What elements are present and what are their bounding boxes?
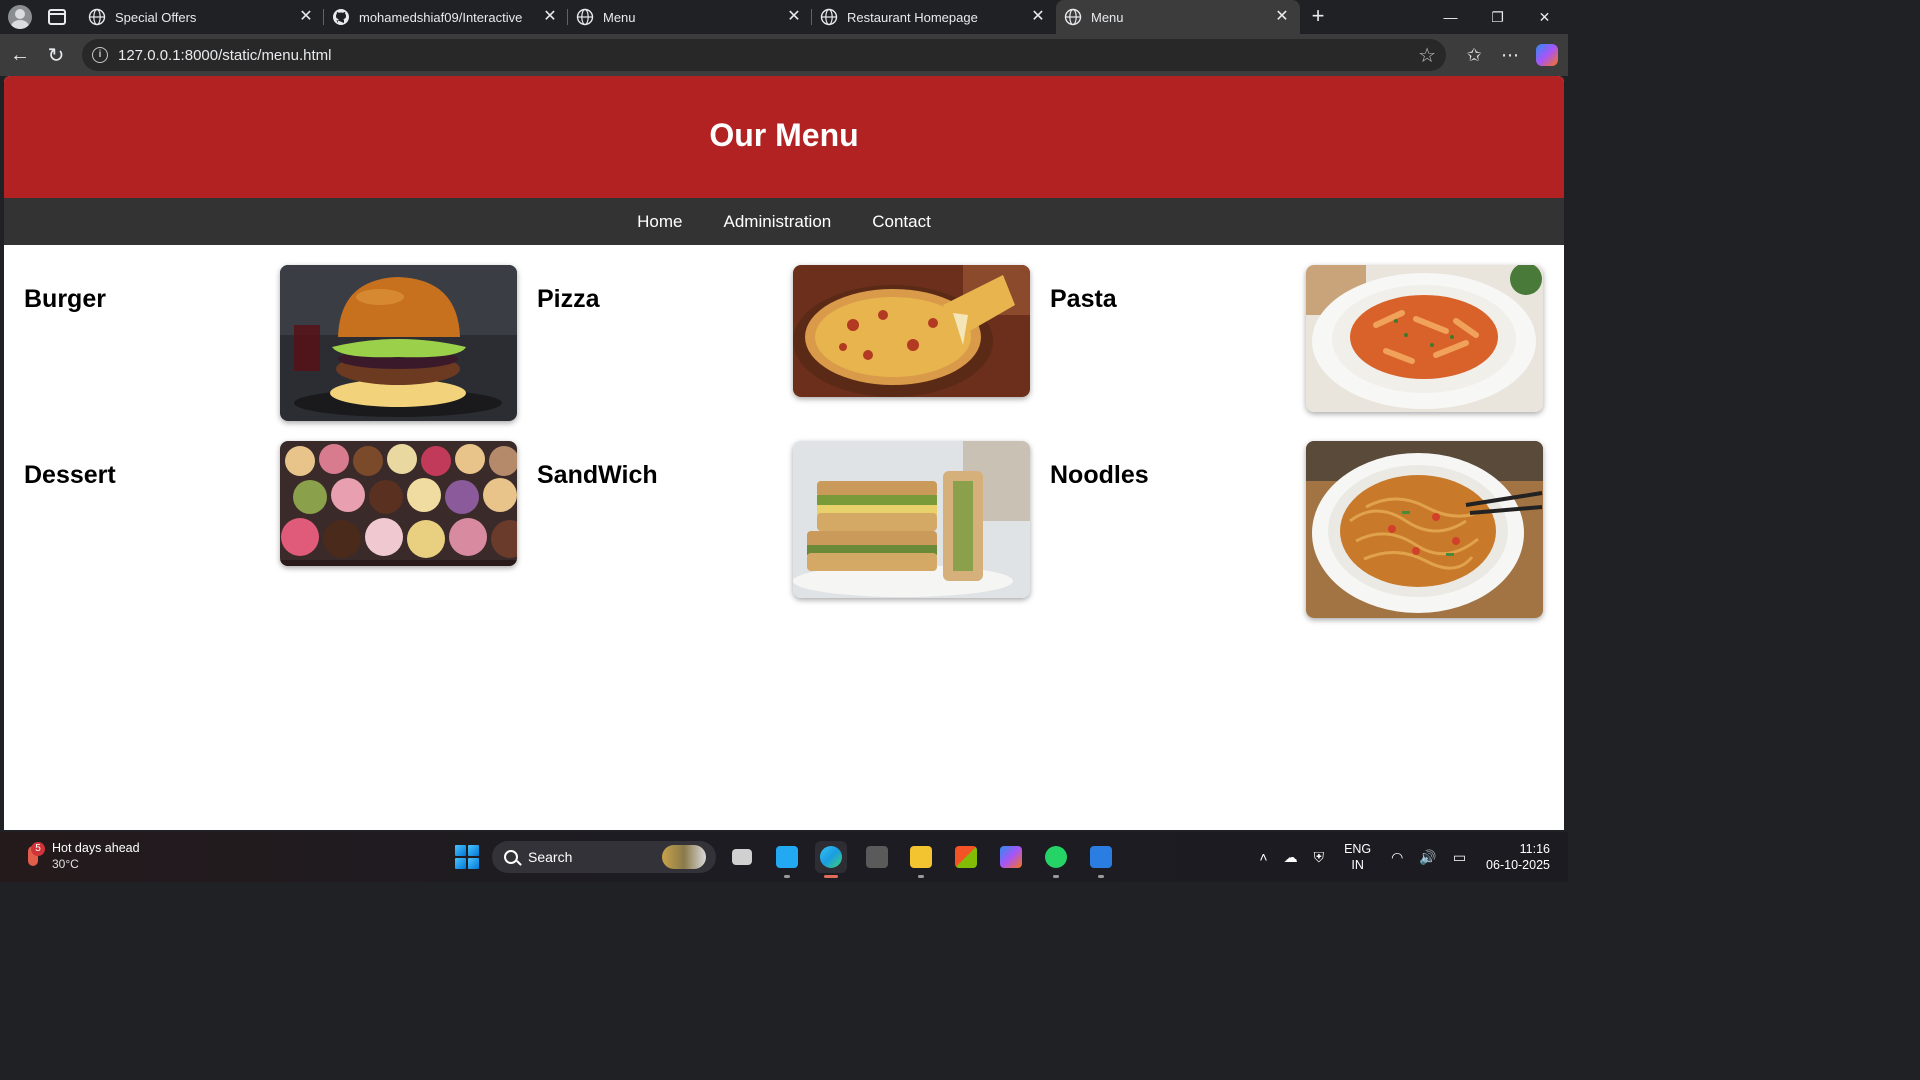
clock-date: 06-10-2025 bbox=[1486, 858, 1550, 872]
weather-badge: 5 bbox=[31, 842, 45, 856]
search-highlight-icon bbox=[662, 845, 706, 869]
clock-time: 11:16 bbox=[1519, 842, 1550, 856]
store-icon[interactable] bbox=[950, 841, 982, 873]
tab-menu-active[interactable]: Menu ✕ bbox=[1056, 0, 1300, 34]
tab-github[interactable]: mohamedshiaf09/Interactive ✕ bbox=[324, 0, 568, 34]
menu-item-dessert: Dessert bbox=[24, 441, 517, 618]
tab-close-icon[interactable]: ✕ bbox=[1030, 9, 1046, 25]
taskbar: 5 Hot days ahead 30°C Search ˄ ☁ ⛨ ENG I… bbox=[0, 832, 1568, 882]
menu-item-noodles: Noodles bbox=[1050, 441, 1543, 618]
tab-title: Menu bbox=[1091, 9, 1124, 25]
photos-app-icon[interactable] bbox=[1085, 841, 1117, 878]
restore-icon[interactable]: ❐ bbox=[1474, 0, 1521, 34]
menu-item-pizza: Pizza bbox=[537, 265, 1030, 421]
address-bar[interactable]: i 127.0.0.1:8000/static/menu.html ☆ bbox=[82, 39, 1446, 71]
site-info-icon[interactable]: i bbox=[92, 47, 108, 63]
globe-icon bbox=[576, 8, 594, 26]
sandwich-image bbox=[793, 441, 1030, 598]
copilot-app-icon[interactable] bbox=[995, 841, 1027, 873]
minimize-icon[interactable]: — bbox=[1427, 0, 1474, 34]
toolbar-right: ✩ ⋯ bbox=[1456, 37, 1558, 73]
weather-temp: 30°C bbox=[52, 857, 79, 871]
back-icon[interactable]: ← bbox=[2, 37, 38, 73]
menu-item-pasta: Pasta bbox=[1050, 265, 1543, 421]
tab-strip: Special Offers ✕ mohamedshiaf09/Interact… bbox=[0, 0, 1568, 34]
tab-special-offers[interactable]: Special Offers ✕ bbox=[80, 0, 324, 34]
menu-item-name: Pizza bbox=[537, 285, 600, 313]
lang-primary: ENG bbox=[1344, 842, 1372, 856]
pizza-image bbox=[793, 265, 1030, 397]
media-app-icon[interactable] bbox=[861, 841, 893, 873]
favorite-star-icon[interactable]: ☆ bbox=[1418, 43, 1436, 68]
tab-close-icon[interactable]: ✕ bbox=[298, 9, 314, 25]
menu-item-burger: Burger bbox=[24, 265, 517, 421]
defender-icon[interactable]: ⛨ bbox=[1314, 849, 1325, 866]
burger-image bbox=[280, 265, 517, 421]
tab-restaurant-homepage[interactable]: Restaurant Homepage ✕ bbox=[812, 0, 1056, 34]
dessert-image bbox=[280, 441, 517, 566]
thermometer-icon: 5 bbox=[20, 842, 46, 870]
globe-icon bbox=[88, 8, 106, 26]
menu-item-name: Dessert bbox=[24, 461, 116, 489]
weather-widget[interactable]: 5 Hot days ahead 30°C bbox=[20, 840, 140, 872]
window-controls: — ❐ ✕ bbox=[1427, 0, 1568, 34]
pasta-image bbox=[1306, 265, 1543, 412]
tab-title: mohamedshiaf09/Interactive bbox=[359, 9, 523, 25]
menu-item-name: Burger bbox=[24, 285, 106, 313]
system-tray: ˄ ☁ ⛨ ENG IN ◠ 🔊 ▭ 11:16 06-10-2025 bbox=[1251, 832, 1568, 882]
battery-icon[interactable]: ▭ bbox=[1453, 849, 1466, 866]
url-text[interactable]: 127.0.0.1:8000/static/menu.html bbox=[118, 47, 1418, 64]
search-label: Search bbox=[528, 849, 573, 865]
github-icon bbox=[333, 9, 349, 25]
tab-title: Menu bbox=[603, 9, 636, 25]
search-icon bbox=[504, 850, 518, 864]
tab-menu[interactable]: Menu ✕ bbox=[568, 0, 812, 34]
new-tab-button[interactable]: + bbox=[1304, 3, 1332, 31]
noodles-image bbox=[1306, 441, 1543, 618]
edge-icon[interactable] bbox=[815, 841, 847, 878]
reload-icon[interactable]: ↻ bbox=[38, 37, 74, 73]
site-nav: Home Administration Contact bbox=[4, 198, 1564, 245]
favorites-icon[interactable]: ✩ bbox=[1456, 37, 1492, 73]
site-header: Our Menu bbox=[4, 76, 1564, 198]
nav-contact-link[interactable]: Contact bbox=[872, 212, 931, 232]
volume-icon[interactable]: 🔊 bbox=[1419, 849, 1436, 866]
lang-secondary: IN bbox=[1351, 858, 1364, 872]
wifi-icon[interactable]: ◠ bbox=[1391, 849, 1403, 866]
nav-home-link[interactable]: Home bbox=[637, 212, 682, 232]
tab-title: Special Offers bbox=[115, 9, 197, 25]
weather-text: Hot days ahead bbox=[52, 841, 140, 855]
menu-item-name: SandWich bbox=[537, 461, 658, 489]
chevron-up-icon[interactable]: ˄ bbox=[1259, 849, 1267, 865]
menu-item-name: Pasta bbox=[1050, 285, 1117, 313]
task-view-icon[interactable] bbox=[726, 841, 758, 873]
page-viewport: Our Menu Home Administration Contact Bur… bbox=[4, 76, 1564, 830]
menu-item-sandwich: SandWich bbox=[537, 441, 1030, 618]
clock[interactable]: 11:16 06-10-2025 bbox=[1486, 841, 1550, 873]
menu-item-name: Noodles bbox=[1050, 461, 1149, 489]
language-indicator[interactable]: ENG IN bbox=[1344, 841, 1371, 873]
more-options-icon[interactable]: ⋯ bbox=[1492, 37, 1528, 73]
start-button-icon[interactable] bbox=[455, 845, 479, 869]
copilot-icon[interactable] bbox=[1536, 44, 1558, 66]
onedrive-icon[interactable]: ☁ bbox=[1284, 849, 1298, 866]
close-window-icon[interactable]: ✕ bbox=[1521, 0, 1568, 34]
tab-title: Restaurant Homepage bbox=[847, 9, 978, 25]
tab-actions-icon[interactable] bbox=[48, 9, 66, 25]
globe-icon bbox=[820, 8, 838, 26]
globe-icon bbox=[1064, 8, 1082, 26]
vscode-icon[interactable] bbox=[771, 841, 803, 878]
menu-grid: Burger Pizza Pasta Dessert SandWich Nood… bbox=[24, 265, 1544, 618]
profile-avatar-icon[interactable] bbox=[8, 5, 32, 29]
file-explorer-icon[interactable] bbox=[905, 841, 937, 878]
tab-close-icon[interactable]: ✕ bbox=[1274, 9, 1290, 25]
taskbar-search[interactable]: Search bbox=[492, 841, 716, 873]
nav-administration-link[interactable]: Administration bbox=[724, 212, 832, 232]
browser-toolbar: ← ↻ i 127.0.0.1:8000/static/menu.html ☆ … bbox=[0, 34, 1568, 76]
tab-close-icon[interactable]: ✕ bbox=[786, 9, 802, 25]
page-title: Our Menu bbox=[709, 116, 859, 153]
tab-close-icon[interactable]: ✕ bbox=[542, 9, 558, 25]
whatsapp-icon[interactable] bbox=[1040, 841, 1072, 878]
